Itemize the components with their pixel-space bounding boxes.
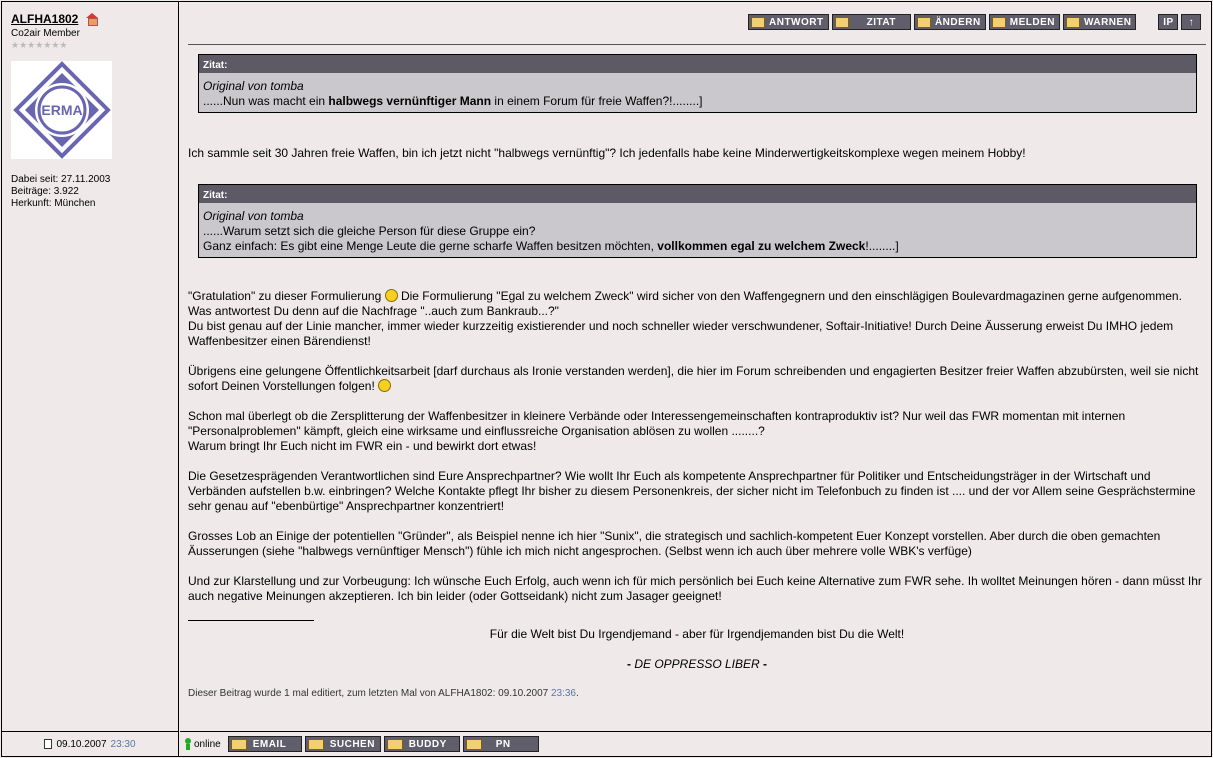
erma-logo-icon: ERMA	[12, 61, 111, 159]
paragraph: Und zur Klarstellung und zur Vorbeugung:…	[188, 574, 1202, 603]
user-info: Dabei seit: 27.11.2003 Beiträge: 3.922 H…	[11, 174, 178, 210]
quote-block: Zitat: Original von tomba ......Warum se…	[198, 184, 1197, 258]
quote-icon	[834, 16, 849, 28]
buddy-icon	[386, 738, 403, 750]
signature-divider	[188, 620, 314, 621]
post-date-text: 09.10.2007	[56, 738, 107, 750]
scroll-top-button[interactable]: ↑	[1181, 14, 1202, 30]
quote-author: Original von tomba	[203, 79, 304, 93]
online-status: online	[184, 738, 221, 750]
quote-header: Zitat:	[199, 55, 1196, 73]
rank-stars: ★★★★★★★	[11, 40, 68, 50]
post-time: 23:30	[110, 738, 136, 750]
search-button[interactable]: SUCHEN	[304, 736, 381, 752]
post-count: Beiträge: 3.922	[11, 186, 79, 197]
smiley-icon	[378, 379, 392, 392]
home-icon[interactable]	[86, 13, 99, 26]
post-date: 09.10.2007 23:30	[2, 731, 179, 756]
avatar: ERMA	[11, 61, 112, 159]
warn-button[interactable]: WARNEN	[1062, 14, 1137, 30]
user-origin: Herkunft: München	[11, 198, 96, 209]
email-button[interactable]: EMAIL	[227, 736, 302, 752]
paragraph: Die Gesetzesprägenden Verantwortlichen s…	[188, 469, 1196, 513]
pencil-icon	[751, 16, 765, 28]
ip-button[interactable]: IP	[1158, 14, 1179, 30]
search-icon	[307, 738, 324, 750]
reply-button[interactable]: ANTWORT	[748, 14, 829, 30]
paragraph: Ich sammle seit 30 Jahren freie Waffen, …	[188, 146, 1026, 160]
forum-post: ALFHA1802 Co2air Member ★★★★★★★ ERMA Dab…	[1, 1, 1212, 757]
pm-button[interactable]: PN	[462, 736, 539, 752]
mail-icon	[230, 738, 247, 750]
edit-button[interactable]: ÄNDERN	[913, 14, 986, 30]
signature-motto: - DE OPPRESSO LIBER -	[626, 657, 768, 671]
joined-date: Dabei seit: 27.11.2003	[11, 174, 111, 185]
signature-line: Für die Welt bist Du Irgendjemand - aber…	[489, 627, 905, 641]
avatar-text: ERMA	[41, 102, 82, 118]
quote-header: Zitat:	[199, 185, 1196, 203]
quote-block: Zitat: Original von tomba ......Nun was …	[198, 54, 1197, 113]
post-toolbar: ANTWORT ZITAT ÄNDERN MELDEN WARNEN IP ↑	[748, 14, 1202, 30]
edit-icon	[916, 16, 931, 28]
paragraph: Schon mal überlegt ob die Zersplitterung…	[188, 409, 1126, 453]
message-icon	[465, 738, 482, 750]
online-person-icon	[184, 738, 192, 750]
user-rank: Co2air Member	[11, 28, 80, 39]
paragraph: Grosses Lob an Einige der potentiellen "…	[188, 529, 1161, 558]
post-icon	[44, 739, 53, 749]
username-link[interactable]: ALFHA1802	[11, 12, 78, 26]
warning-icon	[1065, 16, 1080, 28]
quote-author: Original von tomba	[203, 209, 304, 223]
warning-icon	[991, 16, 1006, 28]
arrow-up-icon: ↑	[1188, 16, 1195, 28]
user-panel: ALFHA1802 Co2air Member ★★★★★★★ ERMA Dab…	[2, 2, 179, 731]
user-actions: online EMAIL SUCHEN BUDDY PN	[180, 731, 1211, 756]
edit-note: Dieser Beitrag wurde 1 mal editiert, zum…	[188, 688, 579, 699]
quote-button[interactable]: ZITAT	[831, 14, 911, 30]
paragraph: Übrigens eine gelungene Öffentlichkeitsa…	[188, 364, 1199, 393]
report-button[interactable]: MELDEN	[988, 14, 1060, 30]
post-content: Zitat: Original von tomba ......Nun was …	[188, 54, 1206, 701]
buddy-button[interactable]: BUDDY	[383, 736, 460, 752]
post-body: ANTWORT ZITAT ÄNDERN MELDEN WARNEN IP ↑ …	[180, 2, 1211, 731]
paragraph: "Gratulation" zu dieser Formulierung Die…	[188, 289, 1182, 348]
smiley-icon	[384, 289, 398, 302]
